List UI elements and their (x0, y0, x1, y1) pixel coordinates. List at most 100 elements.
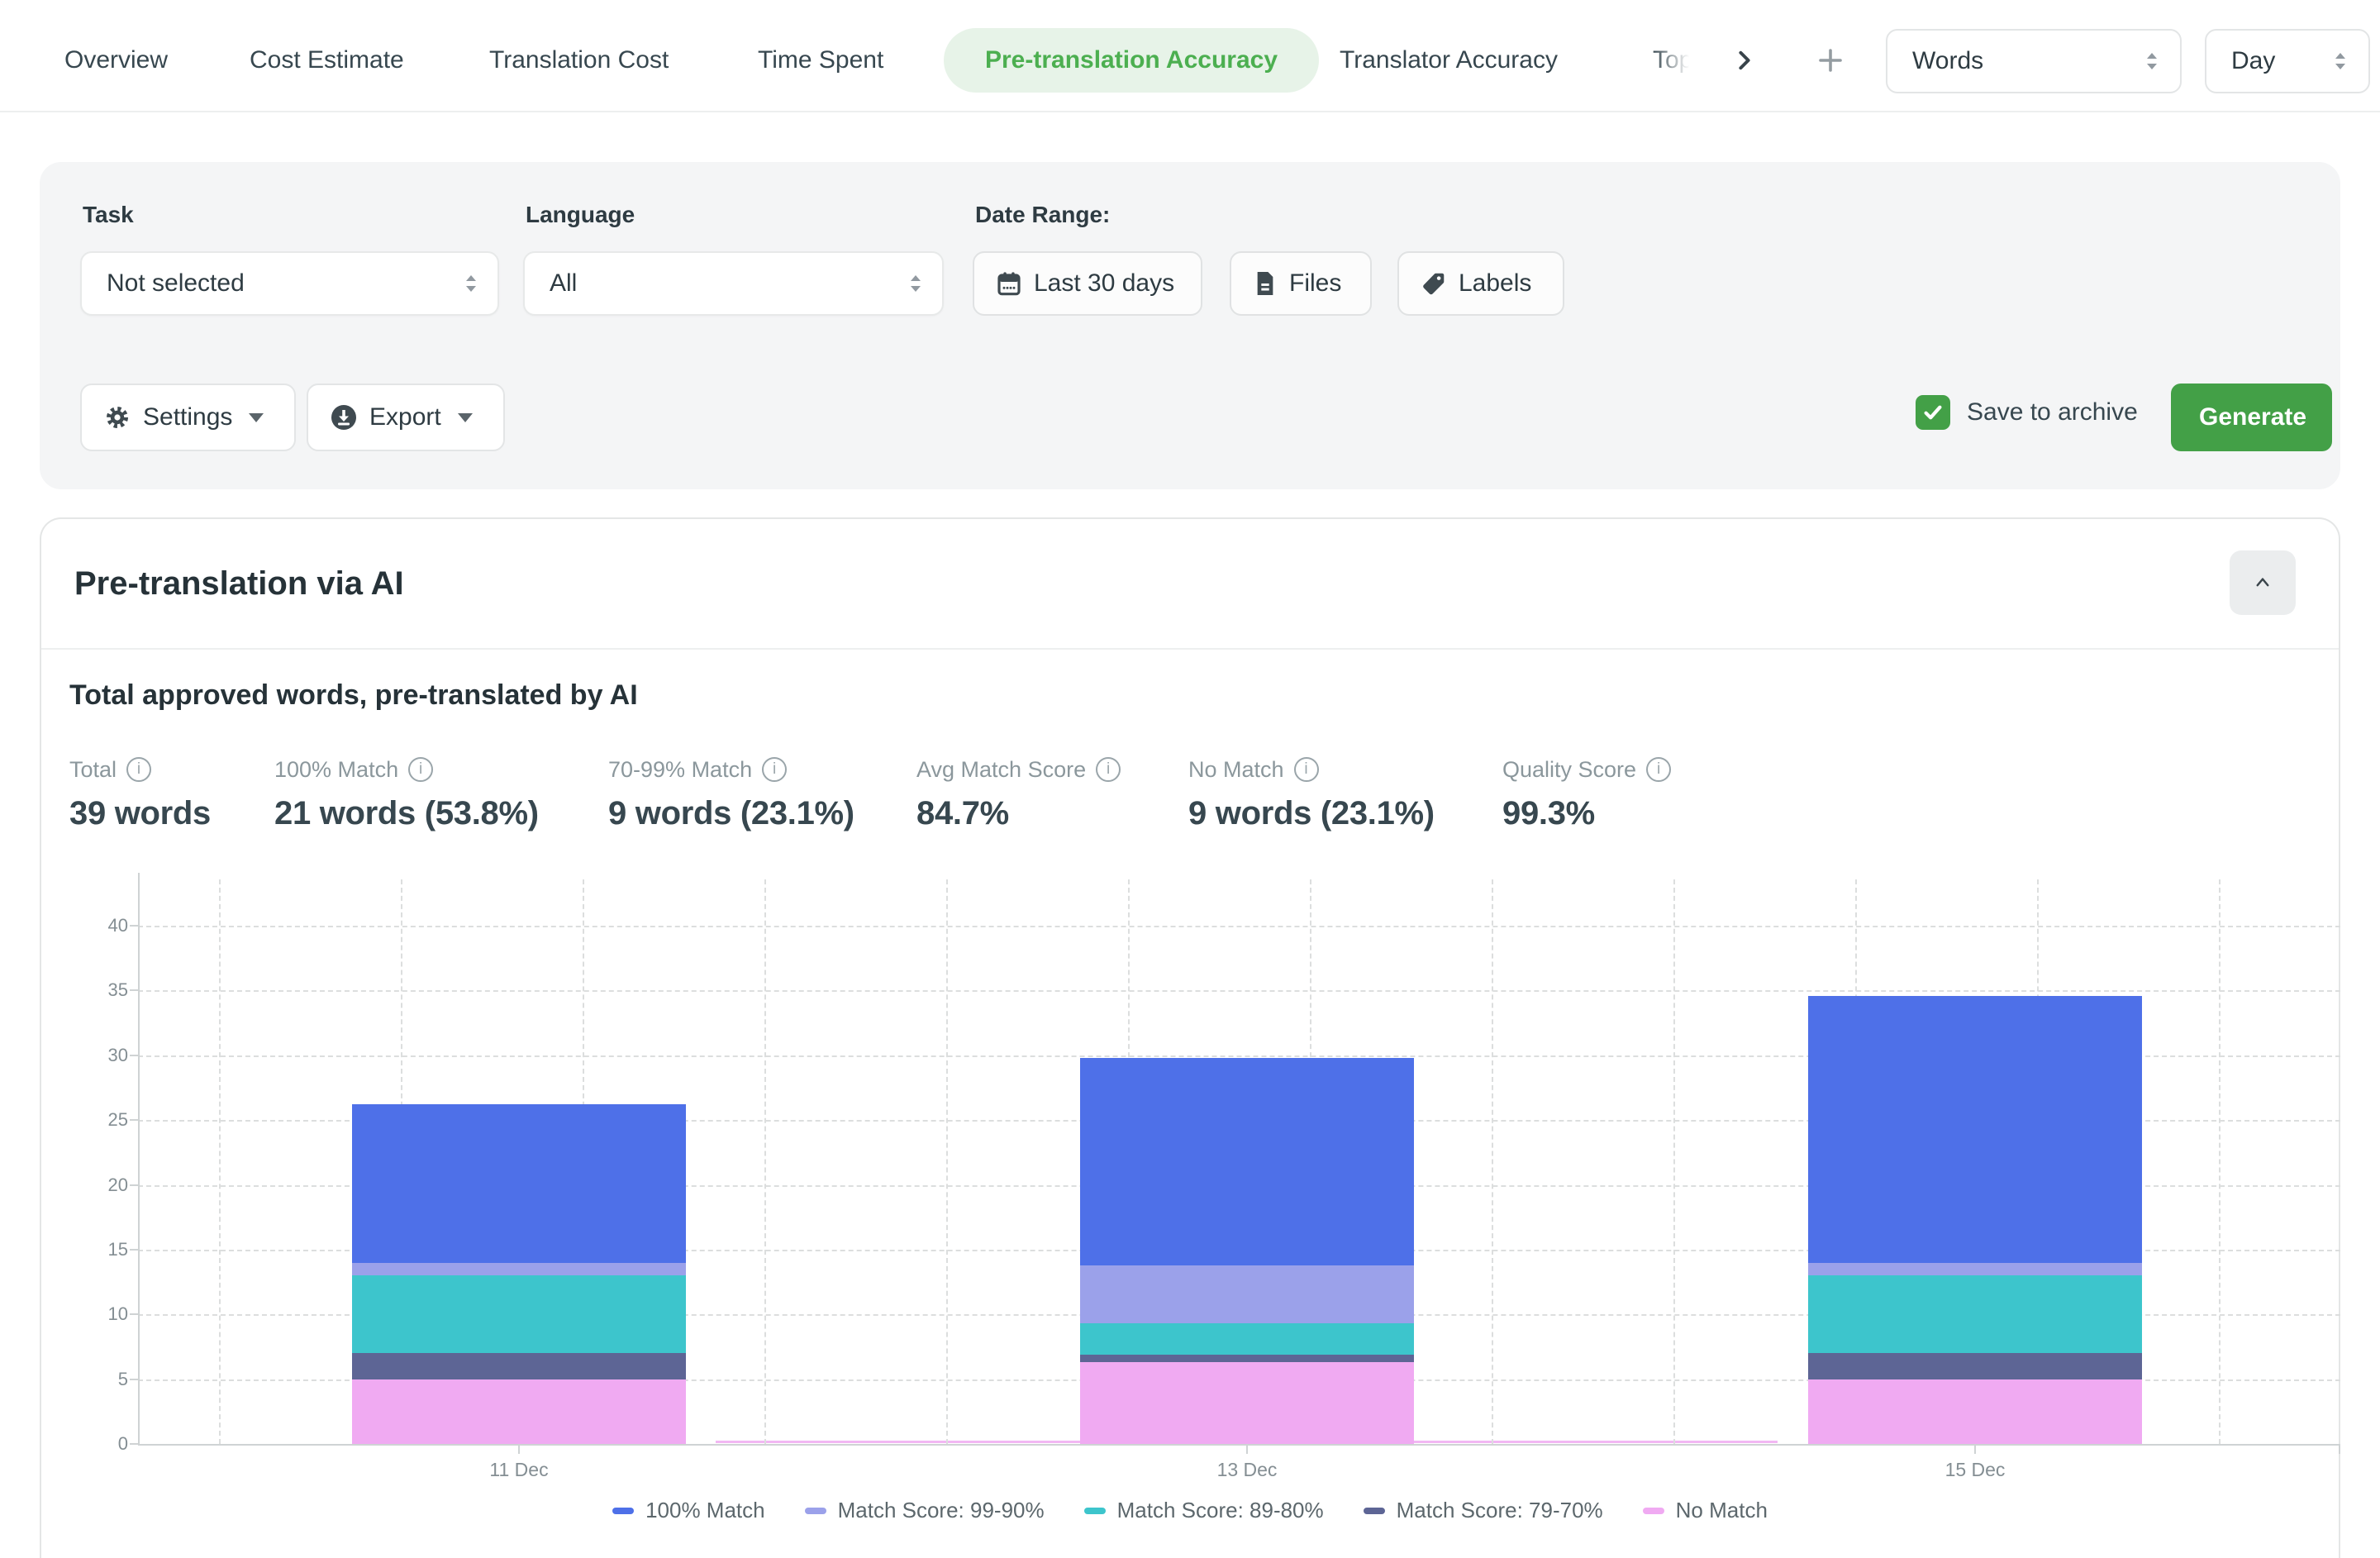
legend-item-no-match[interactable]: No Match (1643, 1498, 1768, 1523)
tab-overview[interactable]: Overview (64, 28, 168, 93)
y-axis-tick-label: 20 (79, 1174, 128, 1196)
save-to-archive-label: Save to archive (1967, 398, 2138, 426)
unit-select[interactable]: Words (1886, 29, 2182, 93)
files-filter-button[interactable]: Files (1230, 251, 1372, 316)
legend-swatch (1364, 1508, 1385, 1514)
date-range-button[interactable]: Last 30 days (973, 251, 1202, 316)
x-axis-line (138, 1444, 2340, 1446)
legend-item-match-score-89-80-[interactable]: Match Score: 89-80% (1084, 1498, 1324, 1523)
task-select[interactable]: Not selected (80, 251, 499, 316)
stat-label: Total (69, 757, 117, 783)
tab-cost-estimate[interactable]: Cost Estimate (250, 28, 404, 93)
y-axis-tick (130, 925, 138, 927)
stat-value: 99.3% (1502, 795, 1671, 832)
stat-total: Totali39 words (69, 755, 211, 832)
tab-label: Top (1653, 46, 1692, 74)
info-icon[interactable]: i (1646, 757, 1671, 782)
y-axis-tick-label: 40 (79, 915, 128, 936)
tab-time-spent[interactable]: Time Spent (758, 28, 883, 93)
y-axis-tick-label: 30 (79, 1045, 128, 1066)
stat-value: 9 words (23.1%) (608, 795, 854, 832)
stat-label: 100% Match (274, 757, 398, 783)
period-select-value: Day (2231, 47, 2275, 75)
bar-segment-no-match (1080, 1362, 1414, 1444)
y-axis-tick-label: 0 (79, 1433, 128, 1455)
labels-filter-button[interactable]: Labels (1397, 251, 1564, 316)
info-icon[interactable]: i (1294, 757, 1319, 782)
stat-100-match: 100% Matchi21 words (53.8%) (274, 755, 539, 832)
bar-segment-match-score-99-90- (352, 1263, 686, 1276)
tab-label: Overview (64, 46, 168, 74)
unit-select-value: Words (1912, 47, 1983, 75)
sort-arrows-icon (463, 271, 479, 296)
caret-down-icon (458, 413, 473, 422)
report-page: Overview Cost Estimate Translation Cost Tim… (0, 0, 2380, 1558)
x-axis-end-tick (2339, 1444, 2340, 1454)
legend-swatch (1643, 1508, 1664, 1514)
legend-item-match-score-99-90-[interactable]: Match Score: 99-90% (805, 1498, 1045, 1523)
bar-segment-100-match (1080, 1058, 1414, 1265)
tag-icon (1421, 270, 1447, 297)
add-report-button[interactable] (1816, 46, 1844, 74)
date-range-value: Last 30 days (1034, 269, 1174, 298)
generate-button[interactable]: Generate (2171, 384, 2332, 451)
sort-arrows-icon (907, 271, 924, 296)
stacked-bar-13-dec (1080, 1058, 1414, 1444)
info-icon[interactable]: i (1096, 757, 1121, 782)
collapse-card-button[interactable] (2230, 550, 2296, 615)
legend-item-100-match[interactable]: 100% Match (612, 1498, 765, 1523)
tab-label: Time Spent (758, 46, 883, 74)
tab-top[interactable]: Top (1653, 28, 1717, 93)
tab-pre-translation-accuracy[interactable]: Pre-translation Accuracy (944, 28, 1319, 93)
language-label: Language (526, 202, 635, 228)
export-button[interactable]: Export (307, 384, 505, 451)
legend-label: Match Score: 89-80% (1117, 1498, 1324, 1523)
x-axis-label: 11 Dec (436, 1459, 602, 1481)
tab-label: Cost Estimate (250, 46, 404, 74)
y-axis-tick-label: 5 (79, 1369, 128, 1390)
chevron-right-icon (1732, 48, 1757, 73)
save-to-archive-checkbox[interactable] (1916, 395, 1950, 430)
period-select[interactable]: Day (2205, 29, 2370, 93)
legend-label: No Match (1676, 1498, 1768, 1523)
info-icon[interactable]: i (762, 757, 787, 782)
y-axis-tick (130, 1055, 138, 1056)
legend-item-match-score-79-70-[interactable]: Match Score: 79-70% (1364, 1498, 1603, 1523)
settings-label: Settings (143, 403, 232, 431)
info-icon[interactable]: i (408, 757, 433, 782)
settings-button[interactable]: Settings (80, 384, 296, 451)
y-axis-tick (130, 1249, 138, 1251)
tab-label: Translator Accuracy (1340, 46, 1558, 74)
stat-label: No Match (1188, 757, 1284, 783)
x-axis-label: 13 Dec (1164, 1459, 1330, 1481)
y-axis-tick (130, 1443, 138, 1445)
y-axis-tick-label: 35 (79, 979, 128, 1001)
stat-value: 84.7% (916, 795, 1121, 832)
info-icon[interactable]: i (126, 757, 151, 782)
stat-quality-score: Quality Scorei99.3% (1502, 755, 1671, 832)
tabs-overflow-button[interactable] (1732, 48, 1757, 73)
y-axis-tick-label: 25 (79, 1109, 128, 1131)
export-label: Export (369, 403, 441, 431)
x-axis-tick (518, 1444, 520, 1454)
y-axis-tick (130, 1184, 138, 1186)
tab-translation-cost[interactable]: Translation Cost (489, 28, 669, 93)
stacked-bar-11-dec (352, 1104, 686, 1444)
stat-avg-match-score: Avg Match Scorei84.7% (916, 755, 1121, 832)
language-select[interactable]: All (523, 251, 944, 316)
report-tab-bar: Overview Cost Estimate Translation Cost Tim… (0, 0, 2380, 112)
language-select-value: All (550, 269, 577, 298)
legend-swatch (1084, 1508, 1106, 1514)
calendar-icon (996, 270, 1022, 297)
card-divider (41, 648, 2339, 650)
gridline-vertical (1492, 879, 1493, 1444)
gridline-vertical (1673, 879, 1675, 1444)
bar-segment-match-score-79-70- (1808, 1353, 2142, 1379)
tab-translator-accuracy[interactable]: Translator Accuracy (1340, 28, 1558, 93)
bar-segment-match-score-89-80- (1808, 1275, 2142, 1353)
gridline-horizontal (138, 990, 2340, 992)
caret-down-icon (249, 413, 264, 422)
stat-no-match: No Matchi9 words (23.1%) (1188, 755, 1435, 832)
sort-arrows-icon (2332, 49, 2349, 74)
chart-legend: 100% Match Match Score: 99-90% Match Score… (0, 1498, 2380, 1523)
